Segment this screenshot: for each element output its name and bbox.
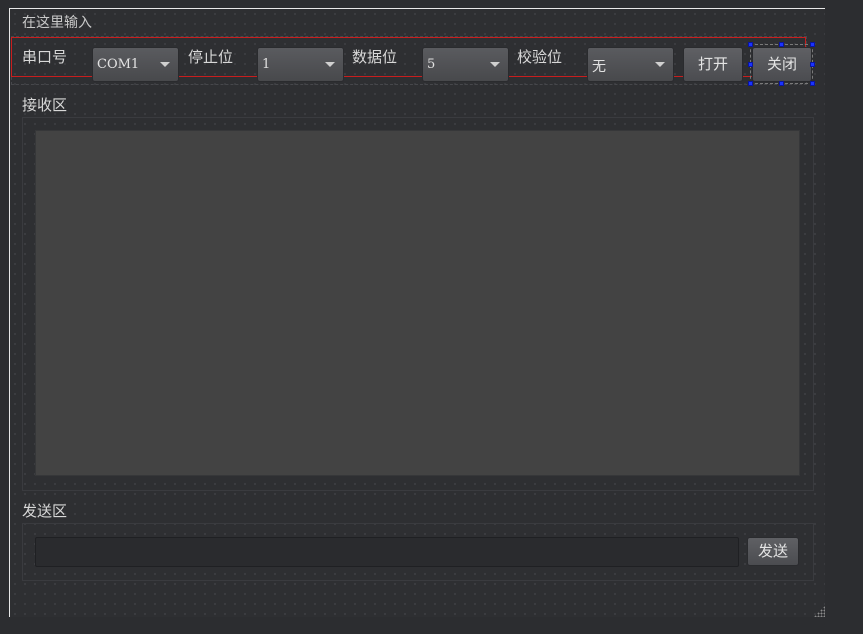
port-combo[interactable]: COM1 — [92, 47, 179, 82]
resize-handle-right[interactable] — [810, 62, 815, 67]
send-group-label: 发送区 — [22, 502, 68, 520]
send-input[interactable] — [35, 537, 739, 567]
resize-handle-bottom-right[interactable] — [810, 81, 815, 86]
send-button[interactable]: 发送 — [747, 537, 799, 566]
databits-combo-value: 5 — [427, 57, 436, 72]
resize-handle-left[interactable] — [748, 62, 753, 67]
stopbits-label: 停止位 — [188, 48, 234, 66]
databits-combo[interactable]: 5 — [422, 47, 509, 82]
window-title[interactable]: 在这里输入 — [22, 12, 92, 32]
chevron-down-icon — [160, 62, 170, 67]
receive-group-label: 接收区 — [22, 96, 68, 114]
resize-handle-top-left[interactable] — [748, 42, 753, 47]
open-button[interactable]: 打开 — [683, 47, 743, 82]
port-label: 串口号 — [22, 48, 68, 66]
resize-handle-top[interactable] — [779, 42, 784, 47]
chevron-down-icon — [325, 62, 335, 67]
parity-combo[interactable]: 无 — [587, 47, 674, 82]
resize-handle-top-right[interactable] — [810, 42, 815, 47]
resize-handle-bottom[interactable] — [779, 81, 784, 86]
stopbits-combo-value: 1 — [262, 57, 271, 72]
selection-outline — [750, 44, 813, 84]
stopbits-combo[interactable]: 1 — [257, 47, 344, 82]
chevron-down-icon — [655, 62, 665, 67]
chevron-down-icon — [490, 62, 500, 67]
port-combo-value: COM1 — [97, 57, 140, 72]
parity-combo-value: 无 — [592, 59, 606, 75]
receive-text-area[interactable] — [35, 130, 800, 476]
databits-label: 数据位 — [352, 48, 398, 66]
parity-label: 校验位 — [517, 48, 563, 66]
resize-handle-bottom-left[interactable] — [748, 81, 753, 86]
